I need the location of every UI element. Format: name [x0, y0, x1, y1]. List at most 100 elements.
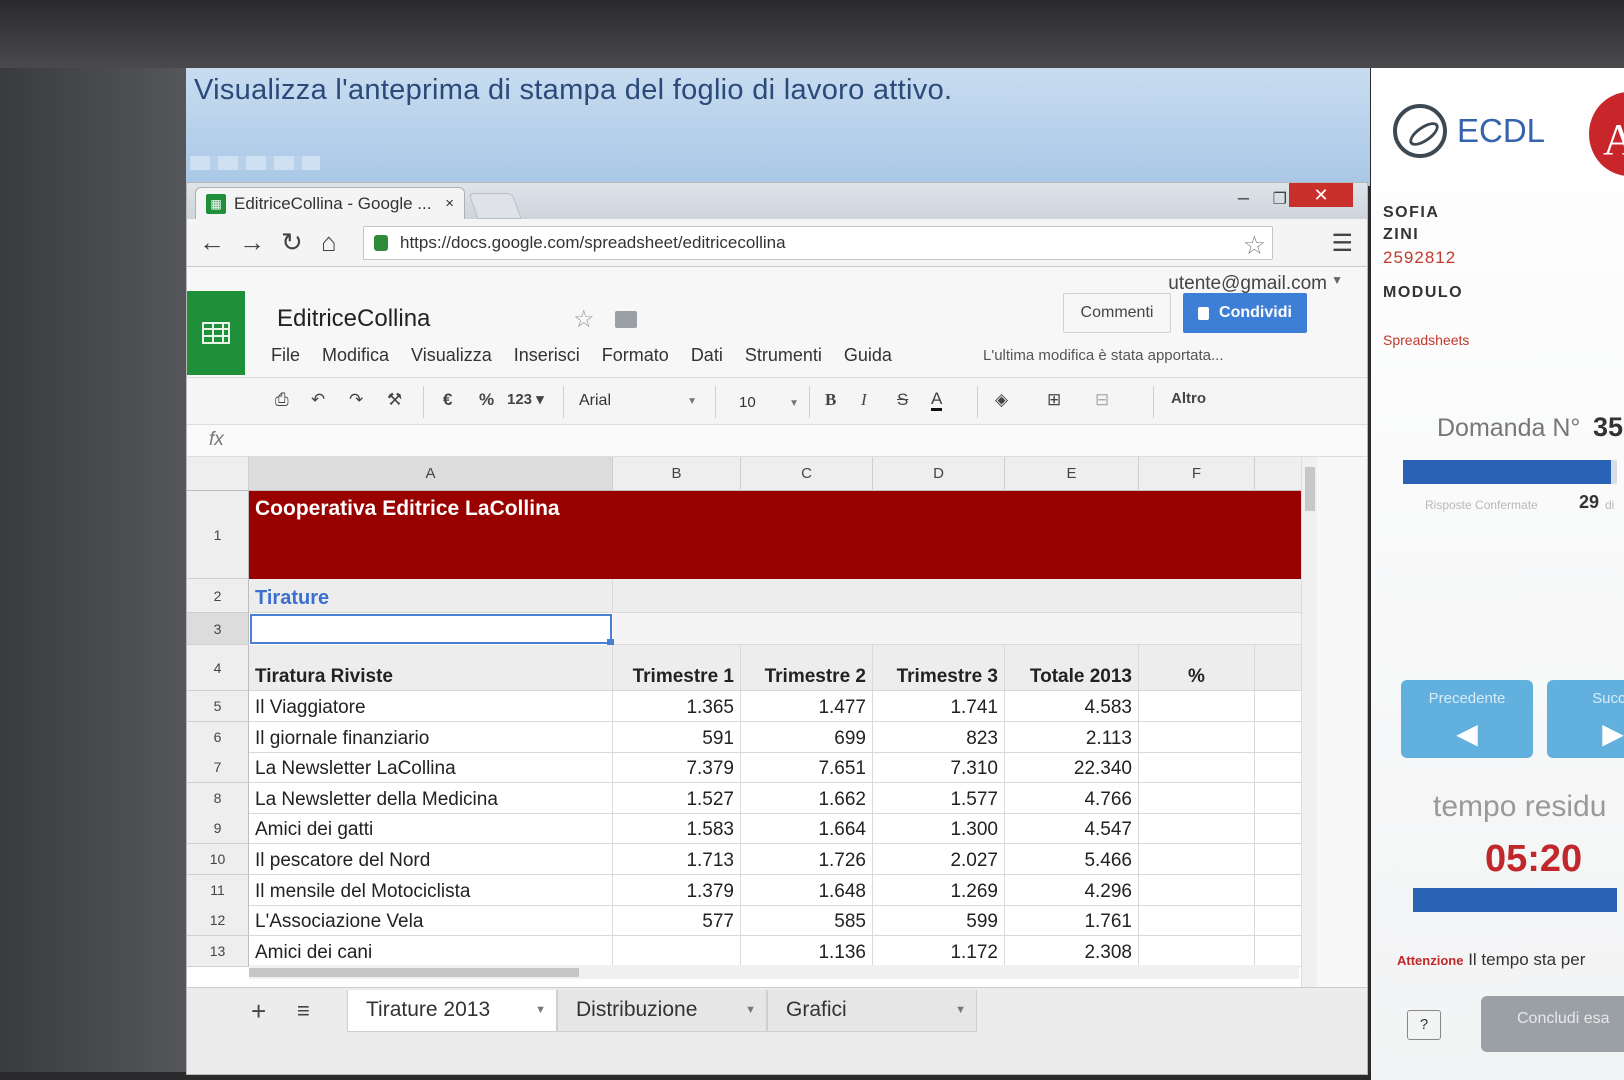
table-cell[interactable]: 7.310	[873, 752, 1005, 783]
column-header-a[interactable]: A	[249, 457, 613, 491]
table-cell[interactable]	[1139, 905, 1255, 936]
row-header[interactable]: 2	[187, 579, 249, 613]
table-cell[interactable]: 4.547	[1005, 813, 1139, 844]
menu-file[interactable]: File	[271, 345, 300, 366]
bookmark-star-icon[interactable]: ☆	[1243, 230, 1266, 261]
table-cell[interactable]: 7.651	[741, 752, 873, 783]
menu-formato[interactable]: Formato	[602, 345, 669, 366]
formula-bar[interactable]: fx	[187, 425, 1367, 457]
column-header-e[interactable]: E	[1005, 457, 1139, 491]
back-arrow-icon[interactable]: ←	[199, 227, 225, 258]
table-cell[interactable]: 2.308	[1005, 936, 1139, 967]
sheet-tab-distribuzione[interactable]: Distribuzione ▼	[557, 990, 767, 1032]
table-cell[interactable]: 4.583	[1005, 691, 1139, 722]
table-cell[interactable]: 2.113	[1005, 722, 1139, 753]
table-cell[interactable]: 1.713	[613, 844, 741, 875]
italic-button[interactable]: I	[861, 390, 867, 410]
row-header[interactable]: 4	[187, 645, 249, 691]
share-button[interactable]: Condividi	[1183, 293, 1307, 333]
table-cell[interactable]: 1.269	[873, 875, 1005, 906]
table-cell[interactable]: 1.477	[741, 691, 873, 722]
row-header[interactable]: 3	[187, 613, 249, 645]
currency-format-button[interactable]: €	[443, 390, 452, 410]
select-all-corner[interactable]	[187, 457, 249, 491]
table-cell[interactable]: 1.379	[613, 875, 741, 906]
row-header[interactable]: 9	[187, 813, 249, 844]
table-cell[interactable]	[1139, 691, 1255, 722]
print-icon[interactable]: ⎙	[275, 390, 289, 410]
table-cell[interactable]: Amici dei cani	[249, 936, 613, 967]
table-cell[interactable]: 1.172	[873, 936, 1005, 967]
table-cell[interactable]	[1139, 875, 1255, 906]
menu-visualizza[interactable]: Visualizza	[411, 345, 492, 366]
browser-tab[interactable]: ▦ EditriceCollina - Google ... ×	[195, 187, 465, 219]
table-cell[interactable]: La Newsletter LaCollina	[249, 752, 613, 783]
table-cell[interactable]	[1139, 813, 1255, 844]
browser-menu-icon[interactable]: ☰	[1331, 229, 1353, 258]
table-cell[interactable]: 1.726	[741, 844, 873, 875]
close-window-button[interactable]: ✕	[1289, 183, 1353, 207]
row-header[interactable]: 7	[187, 752, 249, 783]
strikethrough-button[interactable]: S	[897, 390, 908, 410]
table-cell[interactable]: 823	[873, 722, 1005, 753]
new-tab-button[interactable]	[468, 193, 522, 219]
column-header-b[interactable]: B	[613, 457, 741, 491]
table-cell[interactable]: 4.766	[1005, 783, 1139, 814]
more-button[interactable]: Altro	[1171, 390, 1206, 407]
font-family-dropdown[interactable]: Arial ▼	[567, 386, 703, 418]
table-cell[interactable]: Il mensile del Motociclista	[249, 875, 613, 906]
folder-icon[interactable]	[615, 311, 637, 328]
help-button[interactable]: ?	[1407, 1010, 1441, 1040]
menu-modifica[interactable]: Modifica	[322, 345, 389, 366]
url-input[interactable]: https://docs.google.com/spreadsheet/edit…	[363, 226, 1273, 260]
menu-dati[interactable]: Dati	[691, 345, 723, 366]
row-header[interactable]: 6	[187, 722, 249, 753]
minimize-window-button[interactable]: –	[1238, 187, 1249, 210]
table-cell[interactable]: 1.136	[741, 936, 873, 967]
table-cell[interactable]: 7.379	[613, 752, 741, 783]
all-sheets-button[interactable]: ≡	[297, 998, 310, 1024]
fill-color-icon[interactable]: ◈	[995, 390, 1008, 410]
paint-format-icon[interactable]: ⚒	[387, 390, 402, 410]
menu-inserisci[interactable]: Inserisci	[514, 345, 580, 366]
table-cell[interactable]: 577	[613, 905, 741, 936]
home-icon[interactable]: ⌂	[321, 227, 337, 258]
percent-format-button[interactable]: %	[479, 390, 494, 410]
text-color-button[interactable]: A	[931, 390, 943, 411]
header-cell[interactable]: Trimestre 1	[613, 645, 741, 691]
table-cell[interactable]: L'Associazione Vela	[249, 905, 613, 936]
number-format-dropdown[interactable]: 123 ▾	[507, 390, 544, 408]
table-cell[interactable]: 1.761	[1005, 905, 1139, 936]
table-cell[interactable]: 1.365	[613, 691, 741, 722]
previous-button[interactable]: Precedente ◀	[1401, 680, 1533, 758]
spreadsheet-grid[interactable]: A B C D E F 1 2 3 4 Cooperativa Editrice…	[187, 457, 1317, 987]
table-cell[interactable]	[1139, 752, 1255, 783]
close-tab-icon[interactable]: ×	[445, 195, 454, 212]
table-cell[interactable]: Il Viaggiatore	[249, 691, 613, 722]
row-header[interactable]: 8	[187, 783, 249, 814]
table-cell[interactable]	[1139, 722, 1255, 753]
row-header[interactable]: 11	[187, 875, 249, 906]
add-sheet-button[interactable]: +	[251, 996, 266, 1027]
table-cell[interactable]: Il giornale finanziario	[249, 722, 613, 753]
row-2-fill[interactable]	[613, 579, 1317, 613]
row-header[interactable]: 1	[187, 491, 249, 579]
header-cell[interactable]: Trimestre 2	[741, 645, 873, 691]
forward-arrow-icon[interactable]: →	[239, 227, 265, 258]
table-cell[interactable]: 5.466	[1005, 844, 1139, 875]
comments-button[interactable]: Commenti	[1063, 293, 1171, 333]
column-header-c[interactable]: C	[741, 457, 873, 491]
table-cell[interactable]: 599	[873, 905, 1005, 936]
row-header[interactable]: 12	[187, 905, 249, 936]
vertical-scrollbar[interactable]	[1301, 457, 1317, 987]
font-size-dropdown[interactable]: 10 ▼	[725, 386, 805, 418]
column-header-d[interactable]: D	[873, 457, 1005, 491]
star-icon[interactable]: ☆	[573, 305, 595, 334]
table-cell[interactable]: 591	[613, 722, 741, 753]
header-cell[interactable]: Totale 2013	[1005, 645, 1139, 691]
document-title[interactable]: EditriceCollina	[277, 305, 430, 333]
menu-guida[interactable]: Guida	[844, 345, 892, 366]
table-cell[interactable]: 4.296	[1005, 875, 1139, 906]
table-cell[interactable]: Il pescatore del Nord	[249, 844, 613, 875]
bold-button[interactable]: B	[825, 390, 836, 410]
